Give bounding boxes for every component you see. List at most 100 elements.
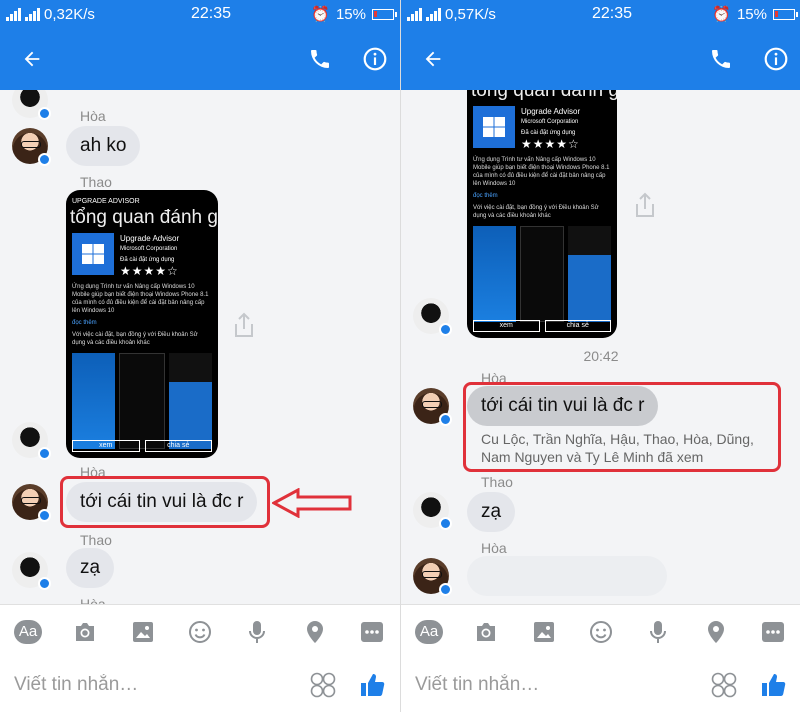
app-bar <box>0 28 400 90</box>
shot-more-link: đọc thêm <box>72 320 97 326</box>
image-attachment[interactable]: UPGRADE ADVISOR tổng quan đánh giá Upgra… <box>66 190 218 458</box>
share-icon[interactable] <box>232 312 256 338</box>
location-icon[interactable] <box>702 618 730 646</box>
sender-name: Thao <box>80 174 112 190</box>
rating-stars: ★★★★☆ <box>521 137 580 151</box>
message-bubble-empty[interactable] <box>467 556 667 596</box>
signal-icon <box>407 7 422 21</box>
timestamp: 20:42 <box>583 348 619 364</box>
back-arrow-icon[interactable] <box>417 43 449 75</box>
thumbs-up-icon[interactable] <box>761 672 787 698</box>
alarm-icon: ⏰ <box>712 6 731 23</box>
mic-icon[interactable] <box>243 618 271 646</box>
windows-logo-icon <box>72 233 114 275</box>
share-icon[interactable] <box>633 192 657 218</box>
screenshot-thumb <box>568 226 612 322</box>
highlight-box <box>463 382 781 472</box>
image-icon[interactable] <box>129 618 157 646</box>
avatar[interactable] <box>12 90 51 120</box>
more-icon[interactable] <box>358 618 386 646</box>
avatar[interactable] <box>12 552 51 590</box>
sender-name: Hòa <box>80 596 106 604</box>
phone-icon[interactable] <box>304 43 336 75</box>
screenshot-thumb <box>119 353 165 449</box>
avatar[interactable] <box>413 298 452 336</box>
app-bar <box>401 28 800 90</box>
rating-stars: ★★★★☆ <box>120 264 179 278</box>
message-input[interactable] <box>14 674 310 696</box>
message-bubble[interactable]: zạ <box>467 492 516 532</box>
windows-logo-icon <box>473 106 515 148</box>
status-bar: 0,57K/s 22:35 ⏰ 15% <box>401 0 800 28</box>
image-attachment[interactable]: tổng quan đánh giá Upgrade Advisor Micro… <box>467 90 617 338</box>
thumbs-up-icon[interactable] <box>360 672 386 698</box>
composer-toolbar: Aa <box>0 604 400 658</box>
sender-name: Hòa <box>481 540 507 556</box>
battery-icon <box>372 8 397 20</box>
avatar[interactable] <box>413 492 452 530</box>
shot-description: Ứng dụng Trình tư vấn Nâng cấp Windows 1… <box>72 284 209 314</box>
shot-share-button: chia sẻ <box>544 320 611 332</box>
message-bubble[interactable]: zạ <box>66 548 115 588</box>
shot-app-name: Upgrade Advisor <box>120 234 180 243</box>
network-speed: 0,57K/s <box>445 5 496 23</box>
clock: 22:35 <box>591 5 633 22</box>
info-icon[interactable] <box>359 43 391 75</box>
shot-terms: Với việc cài đặt, bạn đồng ý với Điều kh… <box>473 205 599 219</box>
shot-terms: Với việc cài đặt, bạn đồng ý với Điều kh… <box>72 332 198 346</box>
battery-percent: 15% <box>335 5 366 23</box>
phone-icon[interactable] <box>705 43 737 75</box>
image-icon[interactable] <box>530 618 558 646</box>
shot-view-button: xem <box>72 440 140 452</box>
sticker-icon[interactable] <box>310 672 336 698</box>
screenshot-thumb <box>72 353 116 449</box>
status-bar: 0,32K/s 22:35 ⏰ 15% <box>0 0 400 28</box>
shot-description: Ứng dụng Trình tư vấn Nâng cấp Windows 1… <box>473 157 610 187</box>
clock: 22:35 <box>190 5 232 22</box>
smiley-icon[interactable] <box>186 618 214 646</box>
signal-icon <box>426 7 441 21</box>
info-icon[interactable] <box>760 43 792 75</box>
camera-icon[interactable] <box>472 618 500 646</box>
highlight-arrow-icon <box>272 488 352 518</box>
signal-icon <box>6 7 21 21</box>
shot-heading: tổng quan đánh giá <box>471 90 617 101</box>
shot-publisher: Microsoft Corporation <box>521 119 579 125</box>
mic-icon[interactable] <box>644 618 672 646</box>
alarm-icon: ⏰ <box>311 6 330 23</box>
right-screen: 0,57K/s 22:35 ⏰ 15% tổng quan đánh giá U… <box>400 0 800 712</box>
shot-share-button: chia sẻ <box>144 440 212 452</box>
avatar[interactable] <box>413 388 452 426</box>
shot-app-name: Upgrade Advisor <box>521 107 581 116</box>
sticker-icon[interactable] <box>711 672 737 698</box>
avatar[interactable] <box>12 484 51 522</box>
network-speed: 0,32K/s <box>44 5 95 23</box>
message-list[interactable]: tổng quan đánh giá Upgrade Advisor Micro… <box>401 90 800 604</box>
signal-icon <box>25 7 40 21</box>
composer <box>401 658 800 712</box>
avatar[interactable] <box>413 558 452 596</box>
location-icon[interactable] <box>301 618 329 646</box>
camera-icon[interactable] <box>71 618 99 646</box>
screenshot-thumb <box>473 226 516 322</box>
composer-toolbar: Aa <box>401 604 800 658</box>
sender-name: Thao <box>481 474 513 490</box>
battery-icon <box>773 8 798 20</box>
more-icon[interactable] <box>759 618 787 646</box>
left-screen: 0,32K/s 22:35 ⏰ 15% Hòa ah ko Thao UPGRA… <box>0 0 400 712</box>
sender-name: Hòa <box>80 108 106 124</box>
message-bubble[interactable]: ah ko <box>66 126 141 166</box>
screenshot-thumb <box>519 226 565 322</box>
text-style-button[interactable]: Aa <box>14 618 42 646</box>
text-style-button[interactable]: Aa <box>415 618 443 646</box>
sender-name: Thao <box>80 532 112 548</box>
smiley-icon[interactable] <box>587 618 615 646</box>
message-list[interactable]: Hòa ah ko Thao UPGRADE ADVISOR tổng quan… <box>0 90 400 604</box>
avatar[interactable] <box>12 422 51 460</box>
back-arrow-icon[interactable] <box>16 43 48 75</box>
avatar[interactable] <box>12 128 51 166</box>
shot-header: UPGRADE ADVISOR <box>72 198 140 205</box>
message-input[interactable] <box>415 674 711 696</box>
shot-publisher: Microsoft Corporation <box>120 246 178 252</box>
shot-heading: tổng quan đánh giá <box>70 207 218 228</box>
